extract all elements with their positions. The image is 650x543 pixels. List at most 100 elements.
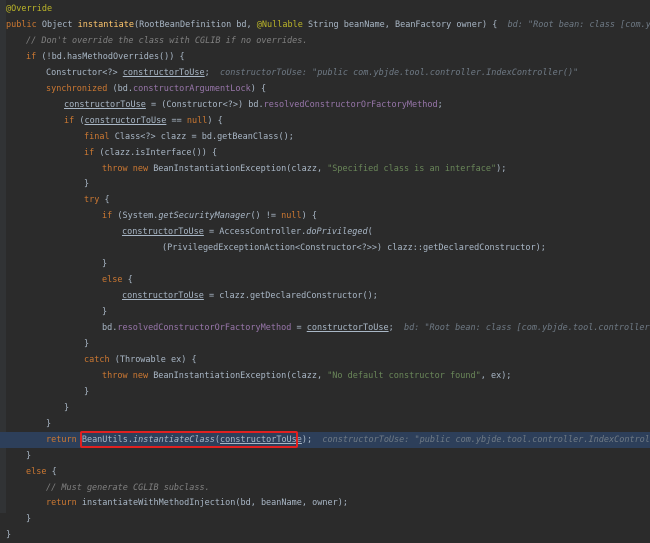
code-text: } — [26, 448, 31, 464]
token-plain: ; — [204, 67, 221, 78]
token-var: constructorToUse — [122, 291, 204, 302]
token-plain: (clazz.isInterface()) { — [99, 147, 218, 158]
code-line[interactable]: else { — [0, 464, 650, 480]
code-text: @Override — [6, 1, 52, 17]
code-line[interactable]: if (clazz.isInterface()) { — [0, 145, 650, 161]
token-field: resolvedConstructorOrFactoryMethod — [263, 99, 438, 110]
token-kw: if — [26, 51, 42, 62]
token-plain: ; — [388, 323, 404, 333]
code-editor[interactable]: @Override public Object instantiate(RootB… — [0, 0, 650, 540]
code-text: // Don't override the class with CGLIB i… — [26, 33, 307, 49]
token-ann: @Nullable — [256, 19, 308, 30]
code-line[interactable]: catch (Throwable ex) { — [0, 352, 650, 368]
code-line[interactable]: } — [0, 176, 650, 192]
code-line[interactable]: if (!bd.hasMethodOverrides()) { — [0, 49, 650, 65]
token-plain: , ex); — [480, 370, 512, 381]
token-plain: Object — [41, 19, 78, 30]
current-code-line[interactable]: return BeanUtils.instantiateClass(constr… — [0, 431, 650, 448]
code-line[interactable]: } — [0, 384, 650, 400]
token-method: instantiate — [77, 19, 134, 30]
token-plain: ) { — [207, 115, 223, 126]
token-plain: = AccessController. — [203, 227, 307, 238]
code-line[interactable]: } — [0, 400, 650, 416]
code-line[interactable]: } — [0, 416, 650, 432]
token-plain: Class<?> clazz = bd.getBeanClass(); — [114, 131, 294, 142]
code-text: bd.resolvedConstructorOrFactoryMethod = … — [102, 320, 650, 336]
token-plain: (PrivilegedExceptionAction<Constructor<?… — [162, 243, 546, 254]
token-var: constructorToUse — [122, 227, 204, 238]
token-plain: (RootBeanDefinition bd, — [133, 19, 257, 30]
code-line[interactable]: (PrivilegedExceptionAction<Constructor<?… — [0, 240, 650, 256]
token-kw: null — [186, 115, 208, 126]
code-text: else { — [26, 464, 57, 480]
token-kw: else — [102, 275, 128, 286]
token-kw: catch — [84, 354, 115, 365]
token-field: resolvedConstructorOrFactoryMethod — [117, 323, 292, 333]
code-text: (PrivilegedExceptionAction<Constructor<?… — [162, 240, 546, 256]
code-line[interactable]: return instantiateWithMethodInjection(bd… — [0, 495, 650, 511]
code-line[interactable]: final Class<?> clazz = bd.getBeanClass()… — [0, 129, 650, 145]
token-kw: if — [102, 211, 118, 222]
token-plain: } — [84, 179, 90, 190]
code-line[interactable]: } — [0, 448, 650, 464]
code-line[interactable]: } — [0, 527, 650, 543]
token-var: constructorToUse — [64, 99, 146, 110]
code-line[interactable]: synchronized (bd.constructorArgumentLock… — [0, 81, 650, 97]
code-line[interactable]: else { — [0, 272, 650, 288]
code-text: Constructor<?> constructorToUse; constru… — [46, 65, 578, 81]
token-field: constructorArgumentLock — [133, 83, 251, 94]
code-text: } — [64, 400, 69, 416]
token-kw: throw new — [102, 163, 154, 174]
token-plain: (Throwable ex) { — [114, 354, 197, 365]
token-hint: constructorToUse: "public com.ybjde.tool… — [322, 434, 650, 445]
code-text: throw new BeanInstantiationException(cla… — [102, 368, 511, 384]
code-line[interactable]: try { — [0, 192, 650, 208]
token-kw: final — [84, 131, 115, 142]
code-text: } — [46, 416, 51, 432]
code-text: return BeanUtils.instantiateClass(constr… — [46, 432, 650, 448]
token-plain: (bd. — [112, 83, 134, 94]
token-plain: == — [166, 115, 187, 126]
code-text: constructorToUse = (Constructor<?>) bd.r… — [64, 97, 443, 113]
code-line[interactable]: public Object instantiate(RootBeanDefini… — [0, 17, 650, 33]
token-var: constructorToUse — [306, 323, 389, 333]
code-line[interactable]: constructorToUse = AccessController.doPr… — [0, 224, 650, 240]
code-text: } — [6, 527, 11, 543]
token-plain: (!bd.hasMethodOverrides()) { — [41, 51, 185, 62]
code-text: } — [84, 384, 89, 400]
token-plain: ; — [437, 99, 443, 110]
code-line[interactable]: constructorToUse = (Constructor<?>) bd.r… — [0, 97, 650, 113]
code-text: return instantiateWithMethodInjection(bd… — [46, 495, 348, 511]
code-text: if (System.getSecurityManager() != null)… — [102, 208, 317, 224]
token-str: "No default constructor found" — [327, 370, 481, 381]
code-line[interactable]: throw new BeanInstantiationException(cla… — [0, 368, 650, 384]
token-static: doPrivileged — [306, 227, 368, 238]
token-plain: = — [291, 323, 307, 333]
code-line[interactable]: bd.resolvedConstructorOrFactoryMethod = … — [0, 320, 650, 336]
token-kw: if — [84, 147, 100, 158]
token-kw: if — [64, 115, 80, 126]
code-text: public Object instantiate(RootBeanDefini… — [6, 17, 650, 33]
token-plain: ) { — [250, 83, 267, 94]
code-line[interactable]: Constructor<?> constructorToUse; constru… — [0, 65, 650, 81]
code-line[interactable]: if (constructorToUse == null) { — [0, 113, 650, 129]
token-ann: @Override — [6, 4, 53, 14]
code-line[interactable]: } — [0, 336, 650, 352]
token-plain: () != — [250, 211, 282, 222]
code-line[interactable]: } — [0, 304, 650, 320]
code-line[interactable]: throw new BeanInstantiationException(cla… — [0, 161, 650, 177]
code-line[interactable]: constructorToUse = clazz.getDeclaredCons… — [0, 288, 650, 304]
code-line[interactable]: } — [0, 511, 650, 527]
token-plain: { — [127, 275, 133, 286]
code-line[interactable]: } — [0, 256, 650, 272]
token-kw: throw new — [102, 370, 154, 381]
token-var: constructorToUse — [122, 67, 205, 78]
code-text: } — [102, 304, 107, 320]
code-line[interactable]: // Don't override the class with CGLIB i… — [0, 33, 650, 49]
token-plain: = (Constructor<?>) bd. — [145, 99, 264, 110]
token-plain: } — [6, 530, 12, 541]
code-line[interactable]: if (System.getSecurityManager() != null)… — [0, 208, 650, 224]
code-line[interactable]: // Must generate CGLIB subclass. — [0, 480, 650, 496]
code-text: else { — [102, 272, 133, 288]
code-line[interactable]: @Override — [0, 1, 650, 17]
